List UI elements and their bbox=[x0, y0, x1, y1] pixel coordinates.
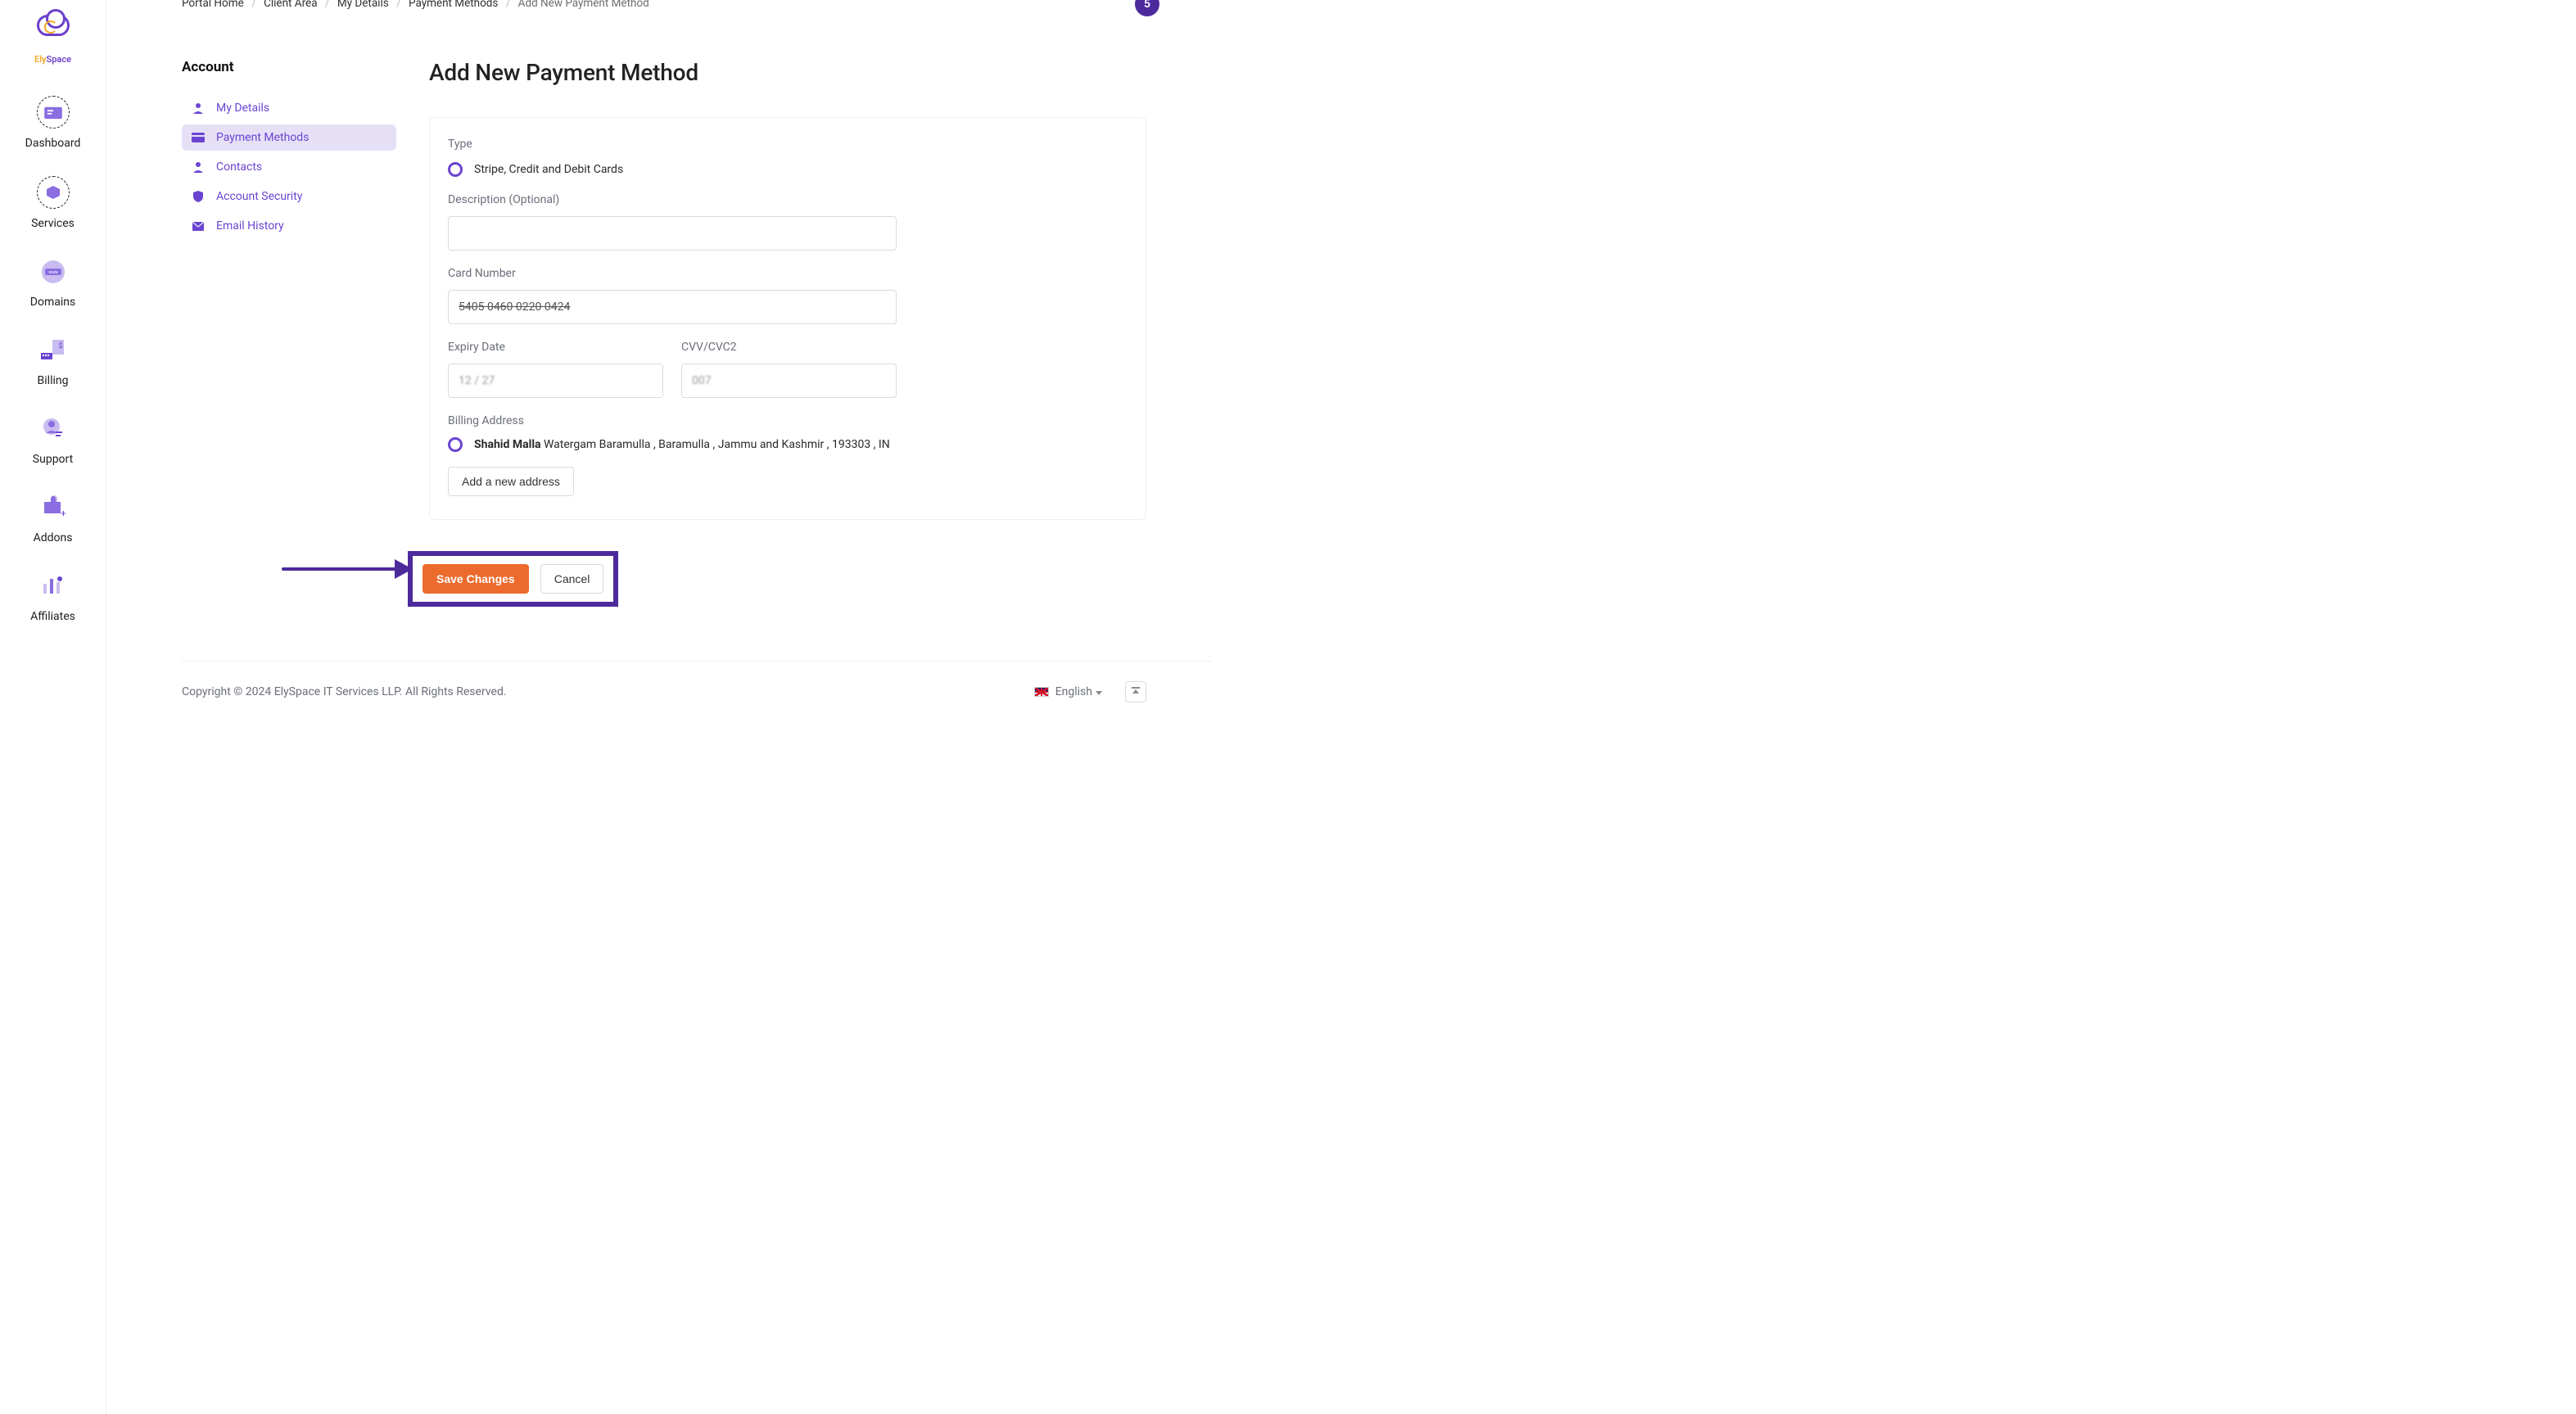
account-link-label: Payment Methods bbox=[216, 131, 309, 144]
expiry-input[interactable]: 12 / 27 bbox=[448, 364, 663, 398]
account-subnav: Account My Details Payment Methods bbox=[182, 59, 396, 607]
user-icon bbox=[192, 161, 205, 173]
account-heading: Account bbox=[182, 59, 396, 75]
notification-badge[interactable]: 5 bbox=[1135, 0, 1159, 16]
card-number-value: 5405 0460 0220 0424 bbox=[459, 300, 570, 314]
breadcrumb: Portal Home / Client Area / My Details /… bbox=[182, 0, 1212, 10]
breadcrumb-current: Add New Payment Method bbox=[518, 0, 649, 10]
label-cvv: CVV/CVC2 bbox=[681, 341, 897, 354]
scroll-to-top-button[interactable] bbox=[1125, 681, 1146, 702]
language-selector[interactable]: English bbox=[1034, 685, 1102, 698]
arrow-up-icon bbox=[1131, 687, 1141, 697]
sidebar: ElySpace Dashboard Services www Domains … bbox=[0, 0, 106, 1414]
sidebar-label: Affiliates bbox=[30, 610, 75, 623]
label-description: Description (Optional) bbox=[448, 193, 1128, 206]
label-card-number: Card Number bbox=[448, 267, 1128, 280]
sidebar-item-dashboard[interactable]: Dashboard bbox=[0, 84, 106, 165]
footer-copyright: Copyright © 2024 ElySpace IT Services LL… bbox=[182, 685, 507, 698]
cvv-value: 007 bbox=[692, 374, 712, 387]
sidebar-item-billing[interactable]: $ Billing bbox=[0, 323, 106, 402]
breadcrumb-my-details[interactable]: My Details bbox=[337, 0, 389, 10]
sidebar-label: Domains bbox=[30, 296, 75, 309]
logo-cloud-icon bbox=[37, 15, 70, 36]
language-label: English bbox=[1055, 685, 1102, 698]
services-icon bbox=[37, 176, 70, 209]
footer: Copyright © 2024 ElySpace IT Services LL… bbox=[182, 661, 1212, 702]
svg-text:+: + bbox=[61, 508, 66, 519]
sidebar-nav: Dashboard Services www Domains $ Billing… bbox=[0, 84, 106, 638]
card-number-input[interactable]: 5405 0460 0220 0424 bbox=[448, 290, 897, 324]
affiliates-icon bbox=[38, 571, 69, 602]
payment-form-card: Type Stripe, Credit and Debit Cards Desc… bbox=[429, 117, 1146, 520]
svg-text:www: www bbox=[48, 270, 58, 275]
sidebar-item-addons[interactable]: + Addons bbox=[0, 481, 106, 559]
sidebar-label: Services bbox=[31, 217, 75, 230]
account-link-label: Contacts bbox=[216, 160, 262, 174]
description-input[interactable] bbox=[448, 216, 897, 251]
account-link-my-details[interactable]: My Details bbox=[182, 95, 396, 121]
account-link-label: My Details bbox=[216, 102, 269, 115]
save-changes-button[interactable]: Save Changes bbox=[423, 564, 529, 594]
add-address-button[interactable]: Add a new address bbox=[448, 467, 574, 496]
breadcrumb-portal-home[interactable]: Portal Home bbox=[182, 0, 244, 10]
cvv-input[interactable]: 007 bbox=[681, 364, 897, 398]
billing-icon: $ bbox=[38, 335, 69, 366]
breadcrumb-client-area[interactable]: Client Area bbox=[264, 0, 318, 10]
account-link-payment-methods[interactable]: Payment Methods bbox=[182, 124, 396, 151]
sidebar-label: Billing bbox=[38, 374, 69, 387]
radio-payment-type[interactable] bbox=[448, 162, 463, 177]
sidebar-item-support[interactable]: Support bbox=[0, 402, 106, 481]
radio-payment-type-label: Stripe, Credit and Debit Cards bbox=[474, 163, 623, 176]
sidebar-item-domains[interactable]: www Domains bbox=[0, 245, 106, 323]
account-link-email-history[interactable]: Email History bbox=[182, 213, 396, 239]
svg-text:$: $ bbox=[58, 341, 62, 350]
account-link-contacts[interactable]: Contacts bbox=[182, 154, 396, 180]
mail-icon bbox=[192, 222, 205, 231]
label-type: Type bbox=[448, 138, 1128, 151]
annotation-arrow-line bbox=[282, 567, 396, 571]
brand-logo[interactable] bbox=[29, 15, 78, 47]
radio-billing-address[interactable] bbox=[448, 437, 463, 452]
shield-icon bbox=[192, 191, 205, 202]
cancel-button[interactable]: Cancel bbox=[540, 564, 604, 594]
uk-flag-icon bbox=[1034, 687, 1049, 697]
sidebar-label: Support bbox=[33, 453, 73, 466]
domains-icon: www bbox=[38, 256, 69, 287]
account-link-label: Email History bbox=[216, 219, 284, 233]
user-icon bbox=[192, 102, 205, 114]
expiry-value: 12 / 27 bbox=[459, 374, 495, 387]
label-expiry: Expiry Date bbox=[448, 341, 663, 354]
support-icon bbox=[38, 413, 69, 445]
sidebar-label: Addons bbox=[34, 531, 73, 544]
billing-address-option: Shahid Malla Watergam Baramulla , Baramu… bbox=[474, 438, 890, 451]
account-link-label: Account Security bbox=[216, 190, 302, 203]
addons-icon: + bbox=[38, 492, 69, 523]
breadcrumb-payment-methods[interactable]: Payment Methods bbox=[409, 0, 498, 10]
main-content: Payment Methods Portal Home / Client Are… bbox=[106, 0, 1212, 735]
sidebar-item-services[interactable]: Services bbox=[0, 165, 106, 245]
sidebar-item-affiliates[interactable]: Affiliates bbox=[0, 559, 106, 638]
brand-name: ElySpace bbox=[34, 54, 71, 65]
card-icon bbox=[192, 133, 205, 142]
account-link-account-security[interactable]: Account Security bbox=[182, 183, 396, 210]
content-title: Add New Payment Method bbox=[429, 59, 1146, 86]
annotation-highlight-box: Save Changes Cancel bbox=[408, 551, 618, 607]
dashboard-icon bbox=[37, 96, 70, 129]
sidebar-label: Dashboard bbox=[25, 137, 81, 150]
label-billing-address: Billing Address bbox=[448, 414, 1128, 427]
